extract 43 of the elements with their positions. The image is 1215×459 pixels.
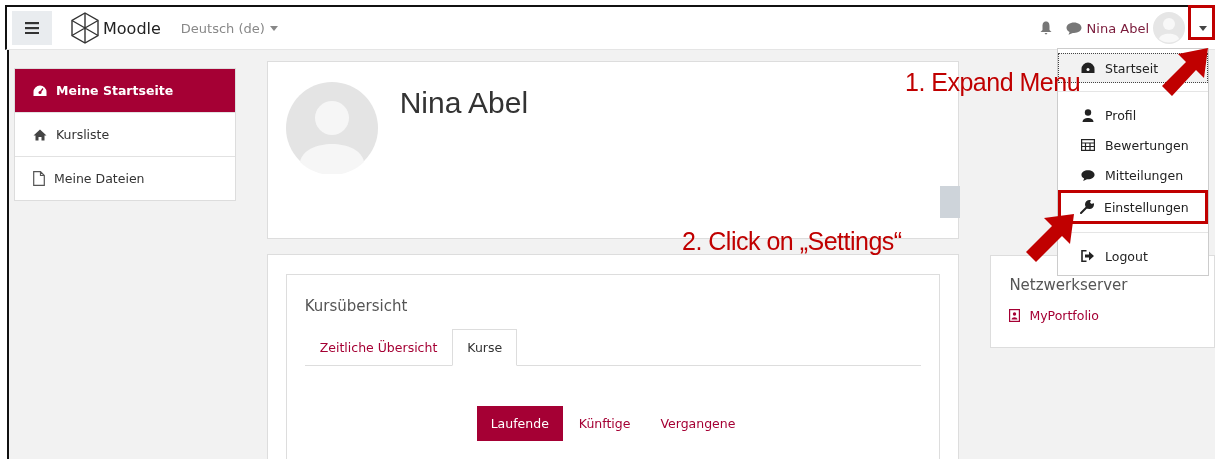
chat-icon <box>1081 168 1095 182</box>
sidebar-item[interactable]: Meine Startseite <box>15 69 235 112</box>
menu-item[interactable]: Mitteilungen <box>1058 160 1208 190</box>
menu-item[interactable]: Logout <box>1058 241 1208 271</box>
table-icon <box>1081 139 1095 151</box>
sidebar-item[interactable]: Kursliste <box>15 112 235 156</box>
file-icon <box>33 171 45 186</box>
home-icon <box>33 128 47 141</box>
site-logo-text[interactable]: Moodle <box>103 18 161 38</box>
menu-item[interactable]: Profil <box>1058 100 1208 130</box>
annotation-arrow <box>1162 48 1208 96</box>
filter-button[interactable]: Laufende <box>476 406 563 441</box>
profile-name: Nina Abel <box>399 86 529 120</box>
menu-icon <box>25 22 39 34</box>
menu-button[interactable] <box>12 11 52 45</box>
tab[interactable]: Kurse <box>452 329 518 366</box>
portfolio-link[interactable]: MyPortfolio <box>1029 308 1099 323</box>
hexagon-logo-icon <box>70 12 100 44</box>
block-title: Kursübersicht <box>304 297 409 315</box>
sidebar-item[interactable]: Meine Dateien <box>15 156 235 200</box>
block-title: Netzwerkserver <box>1009 276 1129 294</box>
wrench-icon <box>1080 200 1094 214</box>
language-dropdown[interactable]: Deutsch (de) <box>180 20 278 36</box>
sidebar-item-label: Meine Dateien <box>54 171 145 186</box>
annotation-text: 2. Click on „Settings“ <box>682 227 902 256</box>
bell-icon[interactable] <box>1039 21 1052 35</box>
dashboard-icon <box>1081 62 1095 74</box>
tab[interactable]: Zeitliche Übersicht <box>304 329 453 366</box>
avatar-icon <box>285 82 378 174</box>
highlight-overlay <box>1188 5 1215 40</box>
portfolio-icon <box>1009 309 1021 322</box>
filter-button[interactable]: Künftige <box>564 406 645 441</box>
chat-icon[interactable] <box>1065 21 1082 35</box>
sidebar-item-label: Meine Startseite <box>56 83 174 98</box>
sidebar-item-label: Kursliste <box>56 127 110 142</box>
annotation-arrow <box>1026 214 1074 262</box>
menu-item[interactable]: Bewertungen <box>1058 130 1208 160</box>
user-name-link[interactable]: Nina Abel <box>1086 20 1149 36</box>
logout-icon <box>1081 250 1095 262</box>
user-icon <box>1081 108 1095 122</box>
filter-button[interactable]: Vergangene <box>646 406 750 441</box>
menu-item[interactable]: Einstellungen <box>1058 190 1208 224</box>
dashboard-icon <box>33 84 47 97</box>
